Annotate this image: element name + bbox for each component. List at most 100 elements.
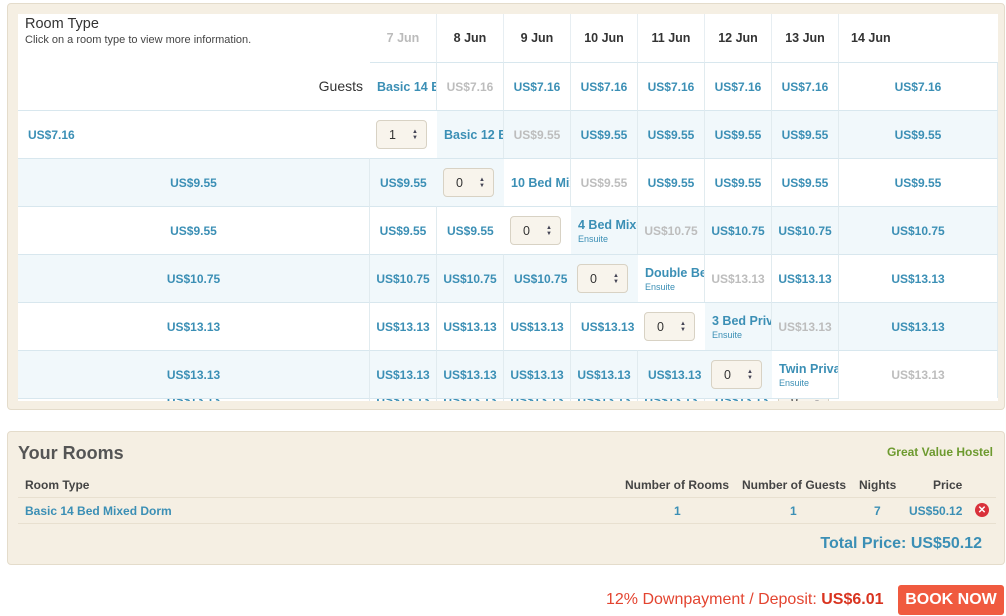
price-cell: US$10.75 [18,254,370,302]
total-price: Total Price: US$50.12 [820,535,982,553]
date-header: 7 Jun [370,14,437,62]
guests-value: 0 [724,367,731,382]
price-cell: US$13.13 [571,302,638,350]
price-cell: US$13.13 [839,254,998,302]
summary-col-rooms: Number of Rooms [625,478,730,492]
guests-select[interactable]: 0 ▲▼ [443,168,494,197]
deposit-info: 12% Downpayment / Deposit: US$6.01 [606,591,884,609]
price-cell: US$9.55 [638,158,705,206]
price-cell: US$9.55 [705,158,772,206]
total-price-label: Total Price: [820,535,907,552]
guests-select[interactable]: 0 ▲▼ [711,360,762,389]
room-subtitle: Ensuite [578,233,609,244]
room-name-wrap: 10 Bed Mixed Dorm [511,176,570,190]
guests-value: 0 [456,175,463,190]
price-cell: US$13.13 [571,398,638,401]
room-type-link[interactable]: Basic 14 Bed Mixed Dorm [377,80,436,94]
price-cell: US$9.55 [839,110,998,158]
price-cell: US$13.13 [772,302,839,350]
remove-room-icon[interactable]: ✕ [975,503,989,517]
price-cell: US$10.75 [772,206,839,254]
up-down-arrows-icon: ▲▼ [814,399,820,401]
price-cell: US$9.55 [437,206,504,254]
price-cell: US$13.13 [18,302,370,350]
price-cell: US$7.16 [571,62,638,110]
room-type-link[interactable]: Twin Private [779,362,838,376]
your-rooms-panel: Your Rooms Great Value Hostel Room Type … [7,431,1005,565]
deposit-label: 12% Downpayment / Deposit: [606,591,817,608]
price-cell: US$7.16 [772,62,839,110]
room-type-link[interactable]: 4 Bed Mixed Dorm [578,218,637,232]
price-cell: US$13.13 [839,302,998,350]
guests-select[interactable]: 0 ▲▼ [778,399,829,401]
room-name-wrap: Basic 12 Bed Mixed Dorm [444,128,503,142]
summary-guests: 1 [790,504,797,518]
room-type-header: Room Type Click on a room type to view m… [18,14,370,62]
room-type-instruction: Click on a room type to view more inform… [25,34,252,46]
summary-price: US$50.12 [909,504,963,518]
up-down-arrows-icon: ▲▼ [680,320,686,333]
price-cell: US$13.13 [705,398,772,401]
guests-select[interactable]: 0 ▲▼ [510,216,561,245]
price-cell: US$10.75 [370,254,437,302]
total-price-value: US$50.12 [910,535,982,552]
price-cell: US$9.55 [571,158,638,206]
up-down-arrows-icon: ▲▼ [412,128,418,141]
room-name-wrap: Twin PrivateEnsuite [779,362,838,388]
price-cell: US$13.13 [370,398,437,401]
price-cell: US$7.16 [18,110,370,158]
room-subtitle: Ensuite [779,377,810,388]
guests-cell: 1 ▲ ▼ [370,110,437,158]
guests-cell: 0 ▲▼ [571,254,638,302]
room-availability-table: Room Type Click on a room type to view m… [18,14,998,401]
guests-value: 0 [791,399,798,401]
summary-rooms: 1 [674,504,681,518]
room-type-link[interactable]: Double Bed Private [645,266,704,280]
up-down-arrows-icon: ▲▼ [479,176,485,189]
guests-select[interactable]: 0 ▲▼ [577,264,628,293]
summary-col-room-type: Room Type [25,478,90,492]
date-header: 8 Jun [437,14,504,62]
room-type-link[interactable]: 10 Bed Mixed Dorm [511,176,570,190]
guests-value: 0 [657,319,664,334]
room-type-link[interactable]: Basic 12 Bed Mixed Dorm [444,128,503,142]
guests-select[interactable]: 1 ▲ ▼ [376,120,427,149]
price-cell: US$9.55 [370,206,437,254]
date-header: 14 Jun [839,14,998,62]
date-header: 11 Jun [638,14,705,62]
summary-room-type[interactable]: Basic 14 Bed Mixed Dorm [25,504,172,518]
price-cell: US$9.55 [705,110,772,158]
guests-value: 1 [389,127,396,142]
room-type-link[interactable]: 3 Bed Private [712,314,771,328]
date-header: 9 Jun [504,14,571,62]
price-cell: US$9.55 [571,110,638,158]
price-cell: US$9.55 [839,158,998,206]
price-cell: US$10.75 [705,206,772,254]
date-header: 12 Jun [705,14,772,62]
price-cell: US$13.13 [437,398,504,401]
up-down-arrows-icon: ▲▼ [546,224,552,237]
price-cell: US$9.55 [772,110,839,158]
price-cell: US$10.75 [839,206,998,254]
room-subtitle: Ensuite [645,281,676,292]
room-type-cell: Twin PrivateEnsuite [772,350,839,398]
guests-cell: 0 ▲▼ [705,350,772,398]
book-now-button[interactable]: BOOK NOW [898,585,1004,615]
price-cell: US$13.13 [638,398,705,401]
price-cell: US$13.13 [638,350,705,398]
summary-col-price: Price [933,478,963,492]
deposit-value: US$6.01 [821,591,884,608]
summary-col-nights: Nights [859,478,897,492]
price-cell: US$9.55 [370,158,437,206]
room-type-cell: 4 Bed Mixed DormEnsuite [571,206,638,254]
room-availability-panel: Room Type Click on a room type to view m… [7,3,1005,410]
price-cell: US$13.13 [370,350,437,398]
guests-value: 0 [590,271,597,286]
room-name-wrap: Basic 14 Bed Mixed Dorm [377,80,436,94]
guests-cell: 0 ▲▼ [772,398,839,401]
price-cell: US$13.13 [504,350,571,398]
guests-select[interactable]: 0 ▲▼ [644,312,695,341]
price-cell: US$13.13 [370,302,437,350]
price-cell: US$13.13 [18,398,370,401]
price-cell: US$13.13 [18,350,370,398]
